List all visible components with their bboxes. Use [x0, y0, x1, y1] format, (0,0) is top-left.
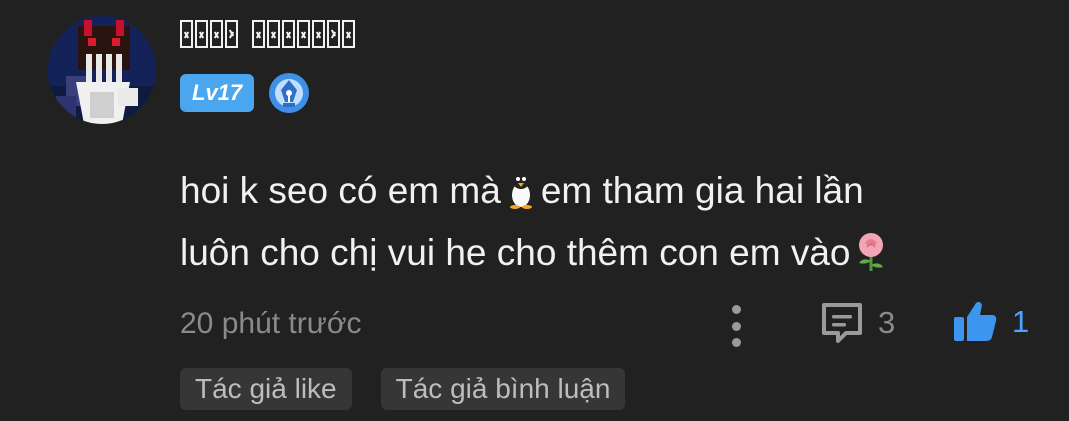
avatar[interactable]: [48, 16, 156, 124]
username[interactable]: [180, 14, 355, 54]
author-replied-tag: Tác giả bình luận: [380, 368, 626, 410]
more-vertical-icon: [731, 305, 741, 314]
comment-text: hoi k seo có em mà em tham gia hai lần lu…: [180, 160, 1040, 284]
thumbs-up-icon: [954, 301, 997, 341]
unrendered-glyph: [327, 20, 340, 48]
more-options-button[interactable]: [724, 305, 748, 347]
author-tags: Tác giả like Tác giả bình luận: [180, 368, 626, 410]
comment-text-part: hoi k seo có em mà: [180, 170, 501, 211]
comment-card: Lv17 hoi k seo có em mà em tham gia hai …: [0, 0, 1069, 421]
unrendered-glyph: [312, 20, 325, 48]
timestamp: 20 phút trước: [180, 307, 362, 340]
username-word: [180, 20, 238, 48]
unrendered-glyph: [282, 20, 295, 48]
user-badges: Lv17: [180, 72, 310, 114]
penguin-emoji-icon: [506, 171, 535, 209]
comment-text-part: em tham gia hai lần: [540, 170, 864, 211]
pen-nib-icon[interactable]: [268, 72, 310, 114]
minecraft-skin-avatar-icon: [48, 16, 156, 124]
unrendered-glyph: [252, 20, 265, 48]
author-liked-tag: Tác giả like: [180, 368, 352, 410]
level-badge[interactable]: Lv17: [180, 74, 255, 112]
comment-icon: [822, 303, 862, 343]
unrendered-glyph: [267, 20, 280, 48]
rose-emoji-icon: [858, 233, 883, 271]
reply-count: 3: [878, 305, 896, 340]
unrendered-glyph: [297, 20, 310, 48]
comment-text-part: luôn cho chị vui he cho thêm con em vào: [180, 232, 851, 273]
like-count: 1: [1012, 304, 1030, 339]
unrendered-glyph: [210, 20, 223, 48]
reply-button[interactable]: 3: [818, 299, 895, 347]
more-vertical-icon: [731, 338, 741, 347]
unrendered-glyph: [342, 20, 355, 48]
unrendered-glyph: [225, 20, 238, 48]
unrendered-glyph: [180, 20, 193, 48]
like-button[interactable]: 1: [950, 297, 1029, 347]
username-word: [252, 20, 355, 48]
more-vertical-icon: [731, 321, 741, 331]
comment-meta: 20 phút trước 3 1: [180, 301, 1040, 347]
unrendered-glyph: [195, 20, 208, 48]
